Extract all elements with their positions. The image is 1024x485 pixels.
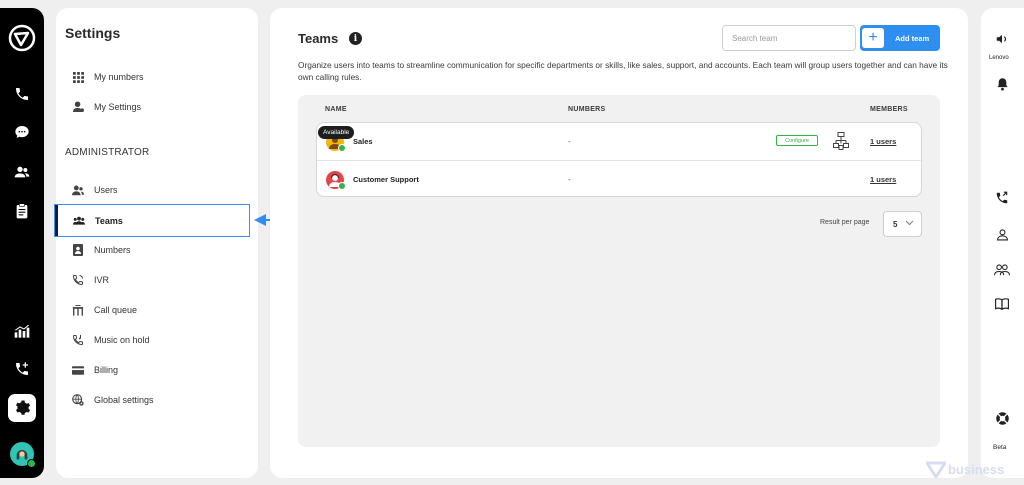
clipboard-icon[interactable] — [12, 201, 32, 221]
speaker-icon[interactable] — [994, 31, 1010, 47]
lifebuoy-icon[interactable] — [994, 410, 1010, 426]
book-icon[interactable] — [994, 296, 1010, 312]
nav-item-label: IVR — [94, 275, 110, 285]
device-label: Lenovo — [989, 55, 1009, 61]
column-header-members: MEMBERS — [870, 106, 908, 113]
page-description: Organize users into teams to streamline … — [298, 60, 948, 82]
status-tooltip: Available — [318, 126, 355, 139]
info-icon[interactable]: i — [349, 32, 362, 45]
analytics-icon[interactable] — [12, 321, 32, 341]
nav-item-label: Teams — [95, 215, 123, 226]
watermark-text: business — [948, 461, 1005, 477]
phone-icon[interactable] — [12, 84, 32, 104]
grid-icon — [72, 71, 84, 83]
nav-item-numbers[interactable]: Numbers — [56, 235, 258, 265]
music-phone-icon — [72, 334, 84, 346]
team-name[interactable]: Customer Support — [353, 175, 419, 184]
chat-icon[interactable] — [12, 122, 32, 142]
plus-icon: + — [862, 28, 884, 48]
search-team-input[interactable] — [722, 25, 856, 51]
user-avatar[interactable] — [10, 442, 36, 468]
add-call-icon[interactable] — [12, 359, 32, 379]
nav-item-music-on-hold[interactable]: Music on hold — [56, 325, 258, 355]
person-icon[interactable] — [994, 226, 1010, 242]
nav-item-label: My Settings — [94, 102, 142, 112]
team-numbers: - — [568, 175, 571, 184]
page-title: Teams — [298, 31, 339, 46]
add-team-label: Add team — [895, 33, 930, 43]
team-members-link[interactable]: 1 users — [870, 175, 896, 184]
chevron-down-icon — [905, 220, 914, 226]
nav-item-label: Numbers — [94, 245, 131, 255]
result-per-page-label: Result per page — [820, 219, 870, 226]
watermark-logo-icon — [926, 461, 946, 478]
administrator-heading: ADMINISTRATOR — [65, 147, 150, 158]
teams-panel: Teams i + Add team Organize users into t… — [270, 8, 968, 478]
globe-gear-icon — [72, 394, 84, 406]
add-team-button[interactable]: + Add team — [860, 25, 940, 51]
available-status-dot — [338, 144, 346, 152]
ivr-icon — [72, 274, 84, 286]
team-avatar — [326, 171, 346, 190]
contact-card-icon — [72, 244, 84, 256]
watermark: business — [926, 460, 1004, 478]
users-icon — [72, 184, 84, 196]
nav-item-my-numbers[interactable]: My numbers — [56, 62, 258, 92]
settings-gear-icon[interactable] — [8, 394, 36, 422]
team-icon — [73, 215, 85, 227]
nav-item-label: Users — [94, 185, 118, 195]
call-queue-icon — [72, 304, 84, 316]
nav-item-label: My numbers — [94, 72, 144, 82]
right-rail: Lenovo Beta — [981, 8, 1024, 478]
result-per-page-select[interactable]: 5 — [883, 211, 922, 237]
column-header-numbers: NUMBERS — [568, 106, 606, 113]
nav-item-ivr[interactable]: IVR — [56, 265, 258, 295]
nav-item-label: Global settings — [94, 395, 154, 405]
nav-item-label: Call queue — [94, 305, 138, 315]
nav-item-my-settings[interactable]: My Settings — [56, 92, 258, 122]
settings-title: Settings — [65, 25, 121, 41]
call-transfer-icon[interactable] — [994, 190, 1010, 206]
credit-card-icon — [72, 364, 84, 376]
user-gear-icon — [72, 101, 84, 113]
nav-item-billing[interactable]: Billing — [56, 355, 258, 385]
flow-chart-icon[interactable] — [833, 132, 849, 150]
nav-item-label: Music on hold — [94, 335, 150, 345]
teams-table: NAME NUMBERS MEMBERS Sales - Configure 1… — [298, 95, 940, 447]
beta-label: Beta — [993, 444, 1007, 451]
online-status-dot — [27, 459, 36, 468]
table-row-sales[interactable]: Sales - Configure 1 users Available — [317, 123, 923, 160]
nav-item-users[interactable]: Users — [56, 175, 258, 205]
contacts-icon[interactable] — [12, 162, 32, 182]
nav-item-label: Billing — [94, 365, 119, 375]
nav-item-global-settings[interactable]: Global settings — [56, 385, 258, 415]
app-rail — [0, 8, 44, 478]
bell-icon[interactable] — [994, 76, 1010, 92]
available-status-dot — [338, 182, 346, 190]
configure-button[interactable]: Configure — [776, 135, 818, 146]
settings-panel: Settings My numbers My Settings ADMINIST… — [54, 8, 258, 478]
teams-list: Sales - Configure 1 users Available Cust… — [316, 122, 923, 197]
group-icon[interactable] — [994, 261, 1010, 277]
team-members-link[interactable]: 1 users — [870, 137, 896, 146]
nav-item-call-queue[interactable]: Call queue — [56, 295, 258, 325]
result-per-page-value: 5 — [893, 219, 898, 229]
app-logo-icon[interactable] — [8, 24, 36, 52]
nav-item-teams[interactable]: Teams — [54, 204, 250, 237]
column-header-name: NAME — [325, 106, 347, 113]
team-name[interactable]: Sales — [353, 137, 373, 146]
table-row-customer-support[interactable]: Customer Support - 1 users — [317, 160, 923, 197]
team-numbers: - — [568, 137, 571, 146]
